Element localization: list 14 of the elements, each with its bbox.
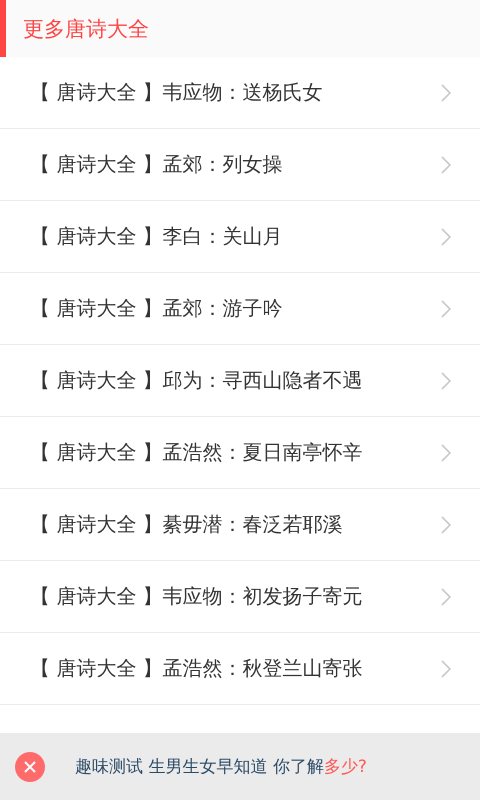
- close-icon: [23, 760, 37, 774]
- header-title: 更多唐诗大全: [23, 16, 149, 42]
- chevron-right-icon: [440, 442, 452, 462]
- ad-banner[interactable]: 趣味测试 生男生女早知道 你了解多少?: [0, 733, 480, 800]
- banner-text: 趣味测试 生男生女早知道 你了解多少?: [75, 756, 367, 778]
- chevron-right-icon: [440, 226, 452, 246]
- chevron-right-icon: [440, 658, 452, 678]
- close-button[interactable]: [15, 752, 45, 782]
- chevron-right-icon: [440, 514, 452, 534]
- chevron-right-icon: [440, 370, 452, 390]
- chevron-right-icon: [440, 298, 452, 318]
- chevron-right-icon: [440, 586, 452, 606]
- chevron-right-icon: [440, 82, 452, 102]
- chevron-right-icon: [440, 154, 452, 174]
